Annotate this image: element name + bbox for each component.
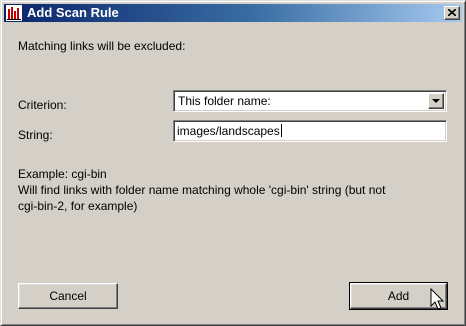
cancel-button-label: Cancel [49, 289, 87, 303]
criterion-dropdown[interactable]: This folder name: [173, 90, 447, 112]
criterion-label: Criterion: [18, 98, 67, 112]
string-input[interactable]: images/landscapes [173, 120, 447, 142]
mouse-pointer-icon [430, 288, 445, 310]
example-heading: Example: cgi-bin [18, 167, 107, 181]
example-description-continued: cgi-bin-2, for example) [18, 199, 138, 213]
string-input-value: images/landscapes [177, 124, 282, 138]
title-bar[interactable]: Add Scan Rule [4, 4, 462, 22]
chevron-down-icon [432, 99, 440, 103]
bar-chart-app-icon [6, 5, 22, 21]
dropdown-arrow-button[interactable] [428, 93, 444, 109]
window-title: Add Scan Rule [27, 5, 119, 20]
cancel-button[interactable]: Cancel [18, 283, 118, 309]
text-caret [280, 124, 282, 137]
add-scan-rule-dialog: Add Scan Rule Matching links will be exc… [0, 0, 466, 326]
criterion-selected-value: This folder name: [178, 94, 271, 108]
close-icon [448, 9, 456, 16]
example-description: Will find links with folder name matchin… [18, 183, 386, 197]
intro-text: Matching links will be excluded: [18, 39, 186, 53]
string-label: String: [18, 128, 53, 142]
close-button[interactable] [444, 6, 460, 20]
